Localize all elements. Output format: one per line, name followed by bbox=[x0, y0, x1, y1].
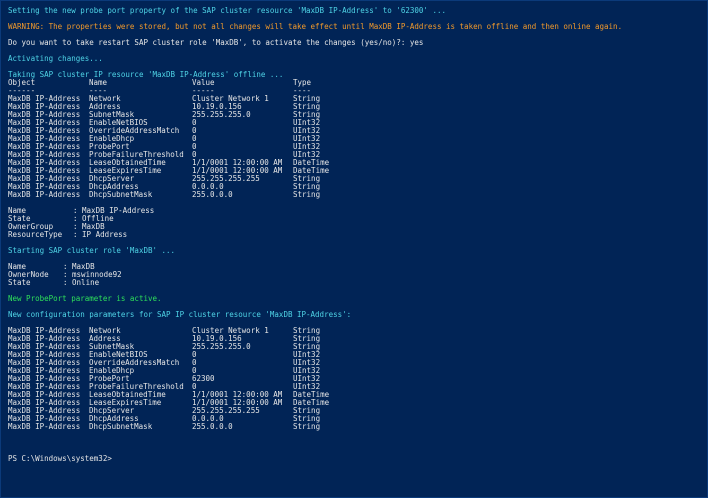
status-value: : Online bbox=[63, 278, 100, 287]
status-key: State bbox=[8, 278, 31, 287]
status-key: ResourceType bbox=[8, 230, 63, 239]
cell-value: 0 bbox=[192, 126, 197, 135]
role-status-list: Name: MaxDB OwnerNode: mswinnode92 State: … bbox=[8, 263, 707, 287]
properties-table-before: Object Name Value Type ------ ---- -----… bbox=[8, 79, 707, 199]
cell-value: 0 bbox=[192, 142, 197, 151]
cell-value: 255.255.255.0 bbox=[192, 342, 251, 351]
status-row: State : Online bbox=[8, 279, 707, 287]
cell-value: 255.0.0.0 bbox=[192, 190, 233, 199]
properties-table-after: MaxDB IP-Address Network Cluster Network 1… bbox=[8, 327, 707, 431]
powershell-prompt[interactable]: PS C:\Windows\system32> bbox=[8, 455, 707, 463]
cell-value: 255.0.0.0 bbox=[192, 422, 233, 431]
status-row: ResourceType : IP Address bbox=[8, 231, 707, 239]
status-row: OwnerNode: mswinnode92 bbox=[8, 271, 707, 279]
restart-prompt: Do you want to take restart SAP cluster … bbox=[8, 38, 424, 47]
cell-object: MaxDB IP-Address bbox=[8, 190, 81, 199]
status-row: State: Offline bbox=[8, 215, 707, 223]
cell-type: String bbox=[293, 422, 321, 431]
starting-role-message: Starting SAP cluster role 'MaxDB' ... bbox=[8, 246, 176, 255]
cell-value: 255.255.255.0 bbox=[192, 110, 251, 119]
cell-value: 0 bbox=[192, 118, 197, 127]
cell-type: String bbox=[293, 190, 321, 199]
cell-value: 0 bbox=[192, 358, 197, 367]
probeport-active-message: New ProbePort parameter is active. bbox=[8, 294, 162, 303]
table-body: MaxDB IP-Address Network Cluster Network 1… bbox=[8, 95, 707, 199]
setting-message: Setting the new probe port property of t… bbox=[8, 6, 446, 15]
new-config-message: New configuration parameters for SAP IP … bbox=[8, 310, 352, 319]
table-row: MaxDB IP-Address DhcpSubnetMask 255.0.0.0 S… bbox=[8, 423, 707, 431]
cell-value: 0 bbox=[192, 350, 197, 359]
status-value: : IP Address bbox=[73, 230, 128, 239]
cell-value: 62300 bbox=[192, 374, 215, 383]
cell-value: 0 bbox=[192, 134, 197, 143]
activating-message: Activating changes... bbox=[8, 54, 103, 63]
table-header-row: Object Name Value Type bbox=[8, 79, 707, 87]
warning-message: WARNING: The properties were stored, but… bbox=[8, 22, 623, 31]
cell-name: DhcpSubnetMask bbox=[89, 190, 153, 199]
cell-object: MaxDB IP-Address bbox=[8, 422, 81, 431]
taking-offline-message: Taking SAP cluster IP resource 'MaxDB IP… bbox=[8, 70, 284, 79]
powershell-console[interactable]: Setting the new probe port property of t… bbox=[0, 0, 708, 498]
resource-status-list: Name: MaxDB IP-Address State: Offline Owne… bbox=[8, 207, 707, 239]
cell-name: DhcpSubnetMask bbox=[89, 422, 153, 431]
table-row: MaxDB IP-Address DhcpSubnetMask 255.0.0.0 S… bbox=[8, 191, 707, 199]
